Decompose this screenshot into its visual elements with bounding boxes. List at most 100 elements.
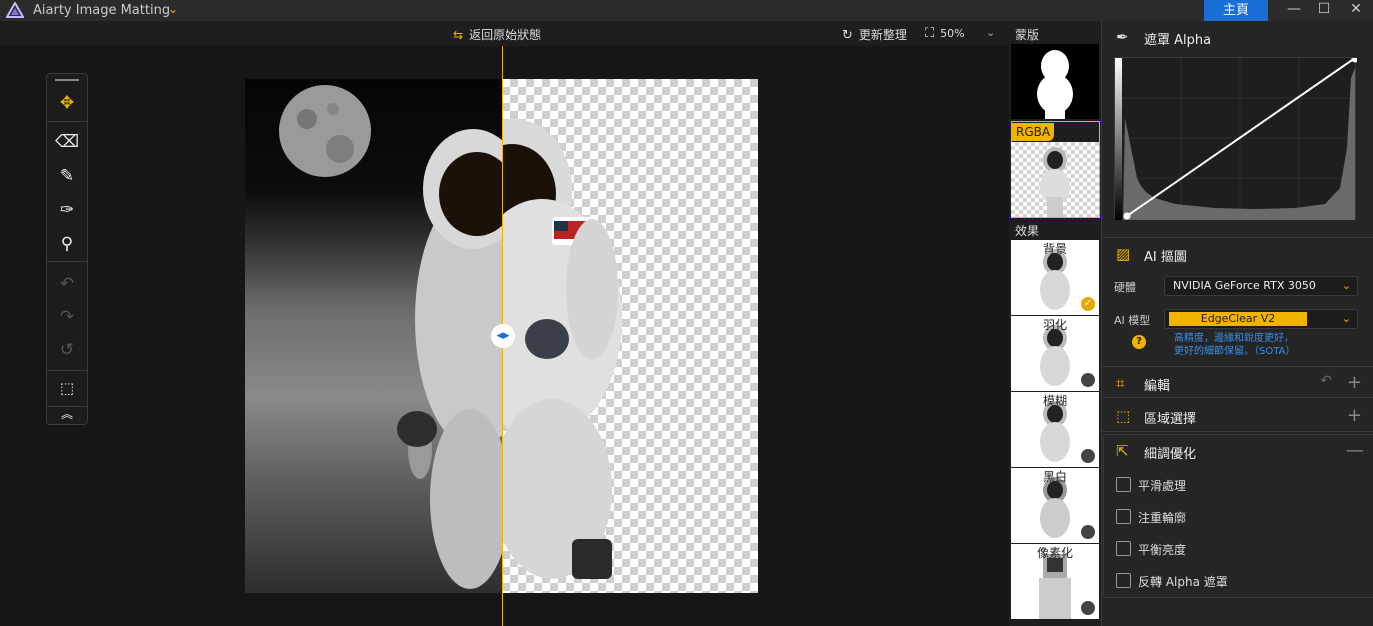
ai-image-icon: ▨ [1116,245,1131,263]
paint-roller-icon[interactable]: ⚲ [47,230,87,258]
app-title: Aiarty Image Matting [33,3,171,18]
restore-label: 返回原始狀態 [469,28,542,42]
effect-thumbnail-feather[interactable]: 羽化 [1011,316,1099,391]
zoom-fit-icon: ⛶ [925,26,935,41]
eyedropper-icon[interactable]: ✒ [1116,28,1129,46]
zoom-value: 50% [940,27,965,40]
crop-icon: ⌗ [1116,374,1125,392]
restore-original-button[interactable]: ⇆ 返回原始狀態 [453,26,541,43]
home-button[interactable]: 主頁 [1204,0,1268,21]
title-bar: Aiarty Image Matting ⌄ 主頁 — ☐ ✕ [0,0,1373,21]
collapse-up-icon[interactable]: ︽ [47,403,87,431]
alpha-title: 遮罩 Alpha [1144,33,1212,48]
effects-label: 效果 [1015,224,1040,238]
checkbox[interactable] [1116,541,1131,556]
edit-header[interactable]: ⌗ 編輯 ↶ + [1102,366,1373,398]
effect-label: 像素化 [1036,546,1073,560]
refine-icon: ⇱ [1116,442,1129,460]
edit-title: 編輯 [1144,379,1171,394]
effect-label: 模糊 [1042,394,1067,408]
option-label: 注重輪廓 [1138,511,1187,525]
plus-icon[interactable]: + [1347,405,1362,426]
redo-icon[interactable]: ↷ [47,303,87,331]
effect-thumbnail-bw[interactable]: 黑白 [1011,468,1099,543]
unselected-dot-icon [1081,601,1095,615]
zoom-chevron-down-icon[interactable]: ⌄ [986,26,995,39]
zoom-control[interactable]: ⛶ 50% [925,26,965,41]
refresh-icon: ↻ [842,28,853,43]
region-select-header[interactable]: ⬚ 區域選擇 + [1102,400,1373,432]
swap-icon: ⇆ [453,28,464,42]
ai-matting-header: ▨ AI 摳圖 [1102,237,1373,269]
option-label: 平滑處理 [1138,479,1187,493]
tool-strip: ✥ ⌫ ✎ ✑ ⚲ ↶ ↷ ↺ ⬚ ︽ [46,73,88,425]
effect-thumbnail-pixelate[interactable]: 像素化 [1011,544,1099,619]
rgba-thumbnail[interactable] [1011,142,1099,217]
region-select-icon: ⬚ [1116,407,1131,425]
maximize-icon[interactable]: ☐ [1309,0,1339,21]
brush-icon[interactable]: ✎ [47,162,87,190]
reset-icon[interactable]: ↺ [47,336,87,364]
option-label: 平衡亮度 [1138,543,1187,557]
alpha-header: ✒ 遮罩 Alpha [1102,21,1373,53]
rgba-tag: RGBA [1012,123,1055,141]
effect-thumbnail-blur[interactable]: 模糊 [1011,392,1099,467]
effect-label: 背景 [1042,242,1067,256]
chevron-down-icon: ⌄ [1341,279,1351,292]
model-select[interactable]: EdgeClear V2 ⌄ [1164,309,1358,329]
eraser-icon[interactable]: ⌫ [47,128,87,156]
model-desc-line: 更好的細節保留。（SOTA） [1174,346,1296,357]
chevron-down-icon: ⌄ [1341,312,1351,325]
mask-thumbnail[interactable] [1011,44,1099,119]
selected-check-icon: ✓ [1081,297,1095,311]
ai-matting-title: AI 摳圖 [1144,250,1187,265]
settings-panel: ✒ 遮罩 Alpha ▨ AI 摳圖 硬體 NVIDIA GeForce RTX… [1101,21,1373,626]
alpha-curve-histogram[interactable] [1114,55,1359,220]
selection-icon[interactable]: ⬚ [47,374,87,402]
divider [47,121,87,122]
move-icon[interactable]: ✥ [47,89,87,117]
undo-icon[interactable]: ↶ [47,270,87,298]
effect-label: 羽化 [1042,318,1067,332]
drag-handle[interactable] [55,79,79,81]
refine-header[interactable]: ⇱ 細調優化 — [1104,435,1373,467]
canvas-toolbar: ⇆ 返回原始狀態 ↻ 更新整理 ⛶ 50% ⌄ [0,21,1009,46]
model-description: 高精度，邊緣和銳度更好， 更好的細節保留。（SOTA） [1174,332,1295,358]
divider [47,370,87,371]
region-select-title: 區域選擇 [1144,412,1197,427]
thumbnail-column: 蒙版 RGBA 效果 背景 ✓ 羽化 模糊 黑白 像素化 [1009,21,1101,626]
minus-icon[interactable]: — [1346,440,1364,461]
sweep-brush-icon[interactable]: ✑ [47,196,87,224]
help-icon[interactable]: ? [1132,335,1146,349]
checkbox[interactable] [1116,509,1131,524]
original-image [245,79,502,593]
refine-section: ⇱ 細調優化 — 平滑處理 注重輪廓 平衡亮度 反轉 Alpha 遮罩 [1103,434,1373,598]
divider [47,261,87,262]
refine-title: 細調優化 [1144,447,1197,462]
refresh-button[interactable]: ↻ 更新整理 [842,26,907,43]
compare-slider-handle[interactable]: ◂▸ [491,324,515,348]
hardware-select[interactable]: NVIDIA GeForce RTX 3050 ⌄ [1164,276,1358,296]
effect-thumbnail-background[interactable]: 背景 ✓ [1011,240,1099,315]
app-logo-icon [6,2,24,18]
minimize-icon[interactable]: — [1279,0,1309,21]
model-label: AI 模型 [1114,314,1151,327]
close-icon[interactable]: ✕ [1341,0,1371,21]
model-desc-line: 高精度，邊緣和銳度更好， [1174,333,1294,344]
hardware-value: NVIDIA GeForce RTX 3050 [1173,279,1316,292]
checkbox[interactable] [1116,573,1131,588]
app-menu-chevron-icon[interactable]: ⌄ [168,2,178,16]
checkbox[interactable] [1116,477,1131,492]
unselected-dot-icon [1081,373,1095,387]
plus-icon[interactable]: + [1347,372,1362,393]
hardware-label: 硬體 [1114,281,1136,294]
option-label: 反轉 Alpha 遮罩 [1138,575,1228,589]
model-value: EdgeClear V2 [1169,312,1307,326]
effect-label: 黑白 [1042,470,1067,484]
unselected-dot-icon [1081,449,1095,463]
mask-label: 蒙版 [1015,28,1040,42]
undo-icon[interactable]: ↶ [1320,373,1332,389]
unselected-dot-icon [1081,525,1095,539]
matted-image [502,79,758,593]
refresh-label: 更新整理 [858,28,907,42]
